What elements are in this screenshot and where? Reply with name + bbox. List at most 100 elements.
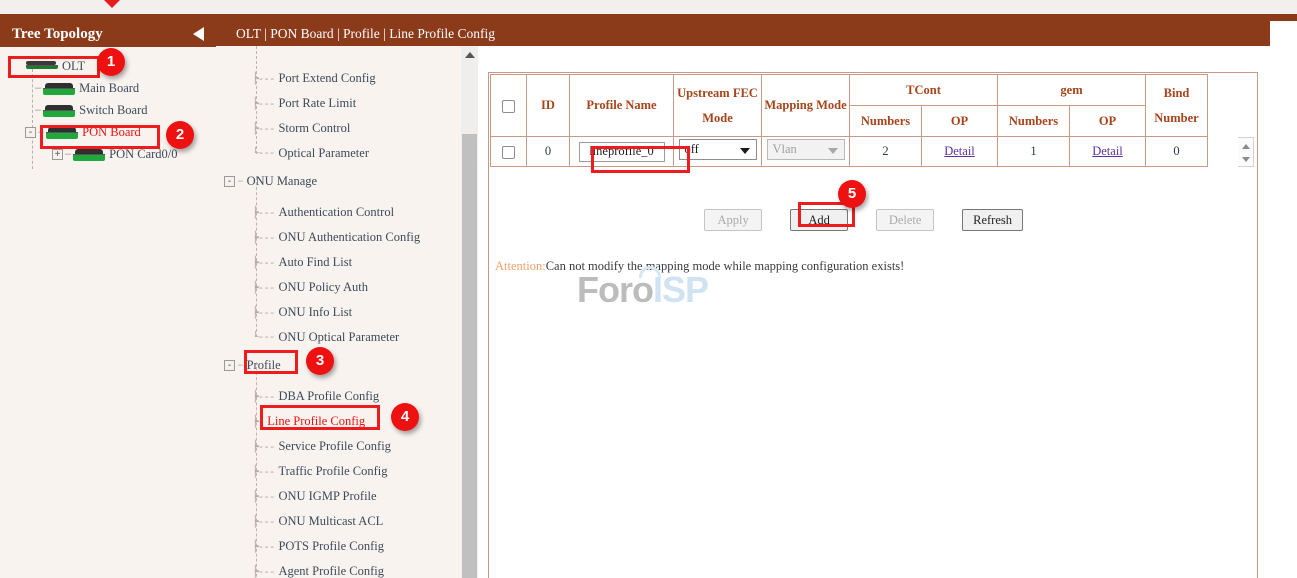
tree-topology-header: Tree Topology — [0, 21, 216, 47]
row-mapping-mode-cell: Vlan — [762, 137, 850, 167]
row-gem-numbers: 1 — [998, 137, 1070, 167]
nav-item-label: ONU Multicast ACL — [278, 514, 383, 529]
nav-item-label: Auto Find List — [278, 255, 352, 270]
gem-detail-link[interactable]: Detail — [1092, 144, 1123, 158]
collapse-toggle-icon[interactable]: - — [224, 176, 235, 187]
chevron-down-icon — [740, 148, 750, 154]
tcont-detail-link[interactable]: Detail — [944, 144, 975, 158]
upstream-fec-mode-select[interactable]: off — [679, 139, 757, 160]
collapse-panel-icon[interactable] — [193, 27, 204, 41]
nav-item-label: Storm Control — [278, 121, 350, 136]
tree-topology-panel: Tree Topology OLT – Main Board – Switch … — [0, 21, 216, 578]
nav-item-label: ONU Manage — [247, 174, 317, 189]
row-tcont-op-cell: Detail — [922, 137, 998, 167]
annotation-badge-1: 1 — [97, 48, 125, 76]
annotation-badge-4: 4 — [391, 403, 419, 431]
upstream-fec-line2: Mode — [674, 111, 761, 126]
board-icon — [73, 149, 105, 160]
tree-branch-icon: – — [237, 360, 243, 372]
bind-line2: Number — [1146, 111, 1207, 126]
nav-item-label: Optical Parameter — [278, 146, 369, 161]
annotation-highlight-olt — [8, 56, 100, 78]
select-all-checkbox[interactable] — [502, 100, 515, 113]
breadcrumb: OLT | PON Board | Profile | Line Profile… — [216, 21, 1270, 46]
gem-numbers-header: Numbers — [998, 106, 1070, 137]
bind-line1: Bind — [1146, 86, 1207, 101]
watermark: ForoISP — [577, 268, 727, 312]
annotation-highlight-profile-name — [591, 146, 690, 173]
tree-item-switch-board[interactable]: – Switch Board — [0, 99, 216, 121]
watermark-part2: ISP — [653, 269, 708, 310]
board-icon — [43, 83, 75, 94]
app-window: Tree Topology OLT – Main Board – Switch … — [0, 0, 1297, 578]
nav-item-label: Service Profile Config — [278, 439, 390, 454]
scroll-down-icon[interactable] — [1242, 157, 1250, 162]
top-strip — [0, 0, 1297, 14]
row-scroll-spinner[interactable] — [1238, 137, 1254, 167]
scroll-up-icon[interactable] — [1242, 144, 1250, 149]
nav-item-label: Port Extend Config — [278, 71, 375, 86]
gem-group-header: gem — [998, 75, 1146, 106]
id-header: ID — [527, 75, 570, 137]
upstream-fec-line1: Upstream FEC — [674, 86, 761, 101]
nav-item-label: ONU Authentication Config — [278, 230, 420, 245]
gem-op-header: OP — [1070, 106, 1146, 137]
tree-dash: – — [35, 104, 41, 116]
chevron-down-icon — [828, 148, 838, 154]
nav-item-label: ONU Policy Auth — [278, 280, 368, 295]
tree-dash: – — [65, 148, 71, 160]
board-icon — [43, 105, 75, 116]
row-checkbox[interactable] — [502, 146, 515, 159]
nav-item-label: ONU IGMP Profile — [278, 489, 376, 504]
red-pointer-icon — [104, 0, 120, 8]
scrollbar-thumb[interactable] — [462, 134, 477, 578]
row-bind-number: 0 — [1146, 137, 1208, 167]
expand-toggle-icon[interactable]: - — [25, 127, 36, 138]
action-button-row: Apply Add Delete Refresh — [490, 197, 1255, 243]
table-header-row-1: ID Profile Name Upstream FEC Mode Mappin… — [491, 75, 1208, 106]
panel-right-border — [1257, 72, 1258, 578]
nav-item-label: Port Rate Limit — [278, 96, 356, 111]
upstream-fec-mode-header: Upstream FEC Mode — [674, 75, 762, 137]
collapse-toggle-icon[interactable]: - — [224, 360, 235, 371]
tcont-numbers-header: Numbers — [850, 106, 922, 137]
mapping-mode-value: Vlan — [773, 142, 797, 157]
nav-item-label: ONU Optical Parameter — [278, 330, 399, 345]
tree-branch-icon: – — [237, 176, 243, 188]
nav-item-label: Authentication Control — [278, 205, 394, 220]
refresh-button[interactable]: Refresh — [962, 209, 1023, 231]
mapping-mode-header: Mapping Mode — [762, 75, 850, 137]
scroll-up-icon[interactable] — [465, 52, 475, 58]
nav-item-label: DBA Profile Config — [278, 389, 379, 404]
tcont-group-header: TCont — [850, 75, 998, 106]
tree-item-label: Main Board — [79, 81, 139, 96]
profile-name-header: Profile Name — [570, 75, 674, 137]
tree-item-main-board[interactable]: – Main Board — [0, 77, 216, 99]
nav-tree-scrollbar[interactable] — [461, 46, 478, 578]
sidebar-title: Tree Topology — [12, 26, 103, 43]
bind-number-header: Bind Number — [1146, 75, 1208, 137]
apply-button[interactable]: Apply — [704, 209, 762, 231]
row-tcont-numbers: 2 — [850, 137, 922, 167]
tree-item-label: Switch Board — [79, 103, 147, 118]
annotation-highlight-line-profile-config — [260, 405, 380, 430]
nav-item-label: POTS Profile Config — [278, 539, 384, 554]
annotation-badge-3: 3 — [306, 347, 334, 375]
navigation-tree-panel: ┝--- Port Extend Config ┝--- Port Rate L… — [216, 46, 478, 578]
row-gem-op-cell: Detail — [1070, 137, 1146, 167]
tree-connector — [256, 362, 257, 578]
tree-dash: – — [35, 82, 41, 94]
expand-toggle-icon[interactable]: + — [52, 149, 63, 160]
tcont-op-header: OP — [922, 106, 998, 137]
delete-button[interactable]: Delete — [876, 209, 934, 231]
row-select-cell — [491, 137, 527, 167]
mapping-mode-select: Vlan — [767, 139, 845, 160]
wifi-arc-icon — [639, 266, 661, 278]
main-content: ID Profile Name Upstream FEC Mode Mappin… — [478, 46, 1297, 578]
annotation-highlight-profile — [244, 350, 298, 374]
nav-item-label: Agent Profile Config — [278, 564, 384, 578]
annotation-highlight-pon-board — [40, 125, 160, 149]
attention-prefix: Attention: — [495, 259, 546, 273]
nav-item-label: ONU Info List — [278, 305, 352, 320]
nav-item-label: Traffic Profile Config — [278, 464, 387, 479]
